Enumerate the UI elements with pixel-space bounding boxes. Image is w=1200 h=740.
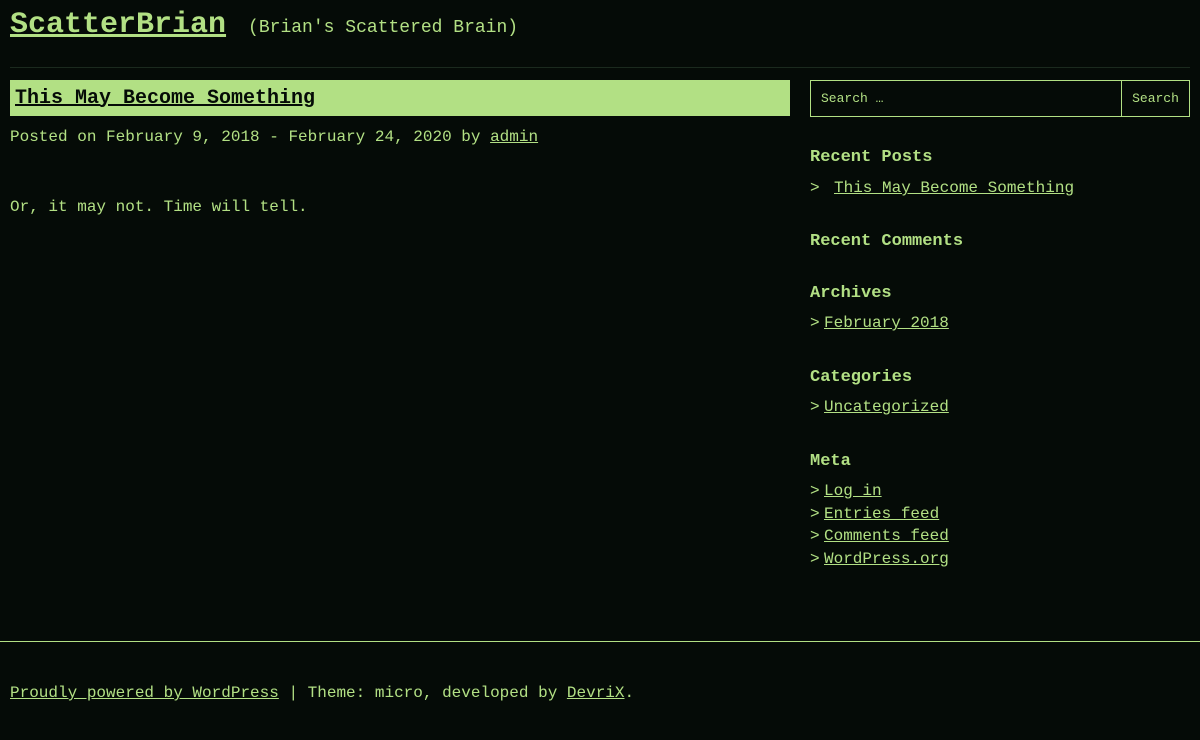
site-description: (Brian's Scattered Brain) [248,18,519,38]
meta-login-link[interactable]: Log in [824,482,882,500]
category-link[interactable]: Uncategorized [824,398,949,416]
widget-title-archives: Archives [810,284,892,303]
post-meta-text: Posted on February 9, 2018 - February 24… [10,128,491,146]
widget-categories: Categories > Uncategorized [810,368,949,419]
meta-comments-feed-link[interactable]: Comments feed [824,527,949,545]
search-form: Search [810,80,1190,117]
post-article: This May Become Something Posted on Febr… [10,80,790,216]
widget-archives: Archives > February 2018 [810,284,949,335]
chevron-right-icon: > [810,504,820,523]
footer-end-text: . [624,684,635,702]
list-item: > February 2018 [810,312,949,335]
post-title-link[interactable]: This May Become Something [15,87,315,110]
search-input[interactable] [811,81,1121,116]
footer-theme-text: | Theme: micro, developed by [278,684,567,702]
chevron-right-icon: > [810,549,820,568]
widget-title-meta: Meta [810,452,851,471]
list-item: > Log in [810,480,949,503]
list-item: > Comments feed [810,525,949,548]
chevron-right-icon: > [810,527,820,545]
widget-title-recent-posts: Recent Posts [810,148,933,167]
post-meta: Posted on February 9, 2018 - February 24… [10,128,790,146]
list-item: > Uncategorized [810,396,949,419]
post-content: Or, it may not. Time will tell. [10,198,308,216]
list-item: > Entries feed [810,503,949,526]
page: ScatterBrian (Brian's Scattered Brain) T… [0,0,1200,740]
post-author-link[interactable]: admin [490,128,538,146]
site-header: ScatterBrian (Brian's Scattered Brain) [10,8,1190,48]
chevron-right-icon: > [810,482,820,500]
widget-meta: Meta > Log in > Entries feed > Comments fee… [810,452,949,570]
sidebar: Search Recent Posts > This May Become Som… [810,80,1190,568]
main-content: This May Become Something Posted on Febr… [10,80,790,216]
widget-recent-posts: Recent Posts > This May Become Something [810,148,1074,200]
widget-recent-comments: Recent Comments [810,232,963,251]
widget-title-recent-comments: Recent Comments [810,232,964,251]
header-divider [10,67,1190,68]
widget-title-categories: Categories [810,368,913,387]
post-title-bar: This May Become Something [10,80,790,116]
site-footer: Proudly powered by WordPress | Theme: mi… [10,684,634,702]
chevron-right-icon: > [810,179,820,197]
archive-link[interactable]: February 2018 [824,314,949,332]
meta-entries-feed-link[interactable]: Entries feed [824,505,939,523]
list-item: > This May Become Something [810,177,1074,200]
meta-wordpress-org-link[interactable]: WordPress.org [824,550,949,568]
chevron-right-icon: > [810,314,820,332]
site-title-link[interactable]: ScatterBrian [10,8,226,42]
recent-post-link[interactable]: This May Become Something [834,179,1074,197]
powered-by-link[interactable]: Proudly powered by WordPress [10,684,279,702]
list-item: > WordPress.org [810,548,949,571]
footer-divider [0,641,1200,642]
search-button[interactable]: Search [1121,81,1189,116]
theme-author-link[interactable]: DevriX [567,684,625,702]
chevron-right-icon: > [810,398,820,416]
